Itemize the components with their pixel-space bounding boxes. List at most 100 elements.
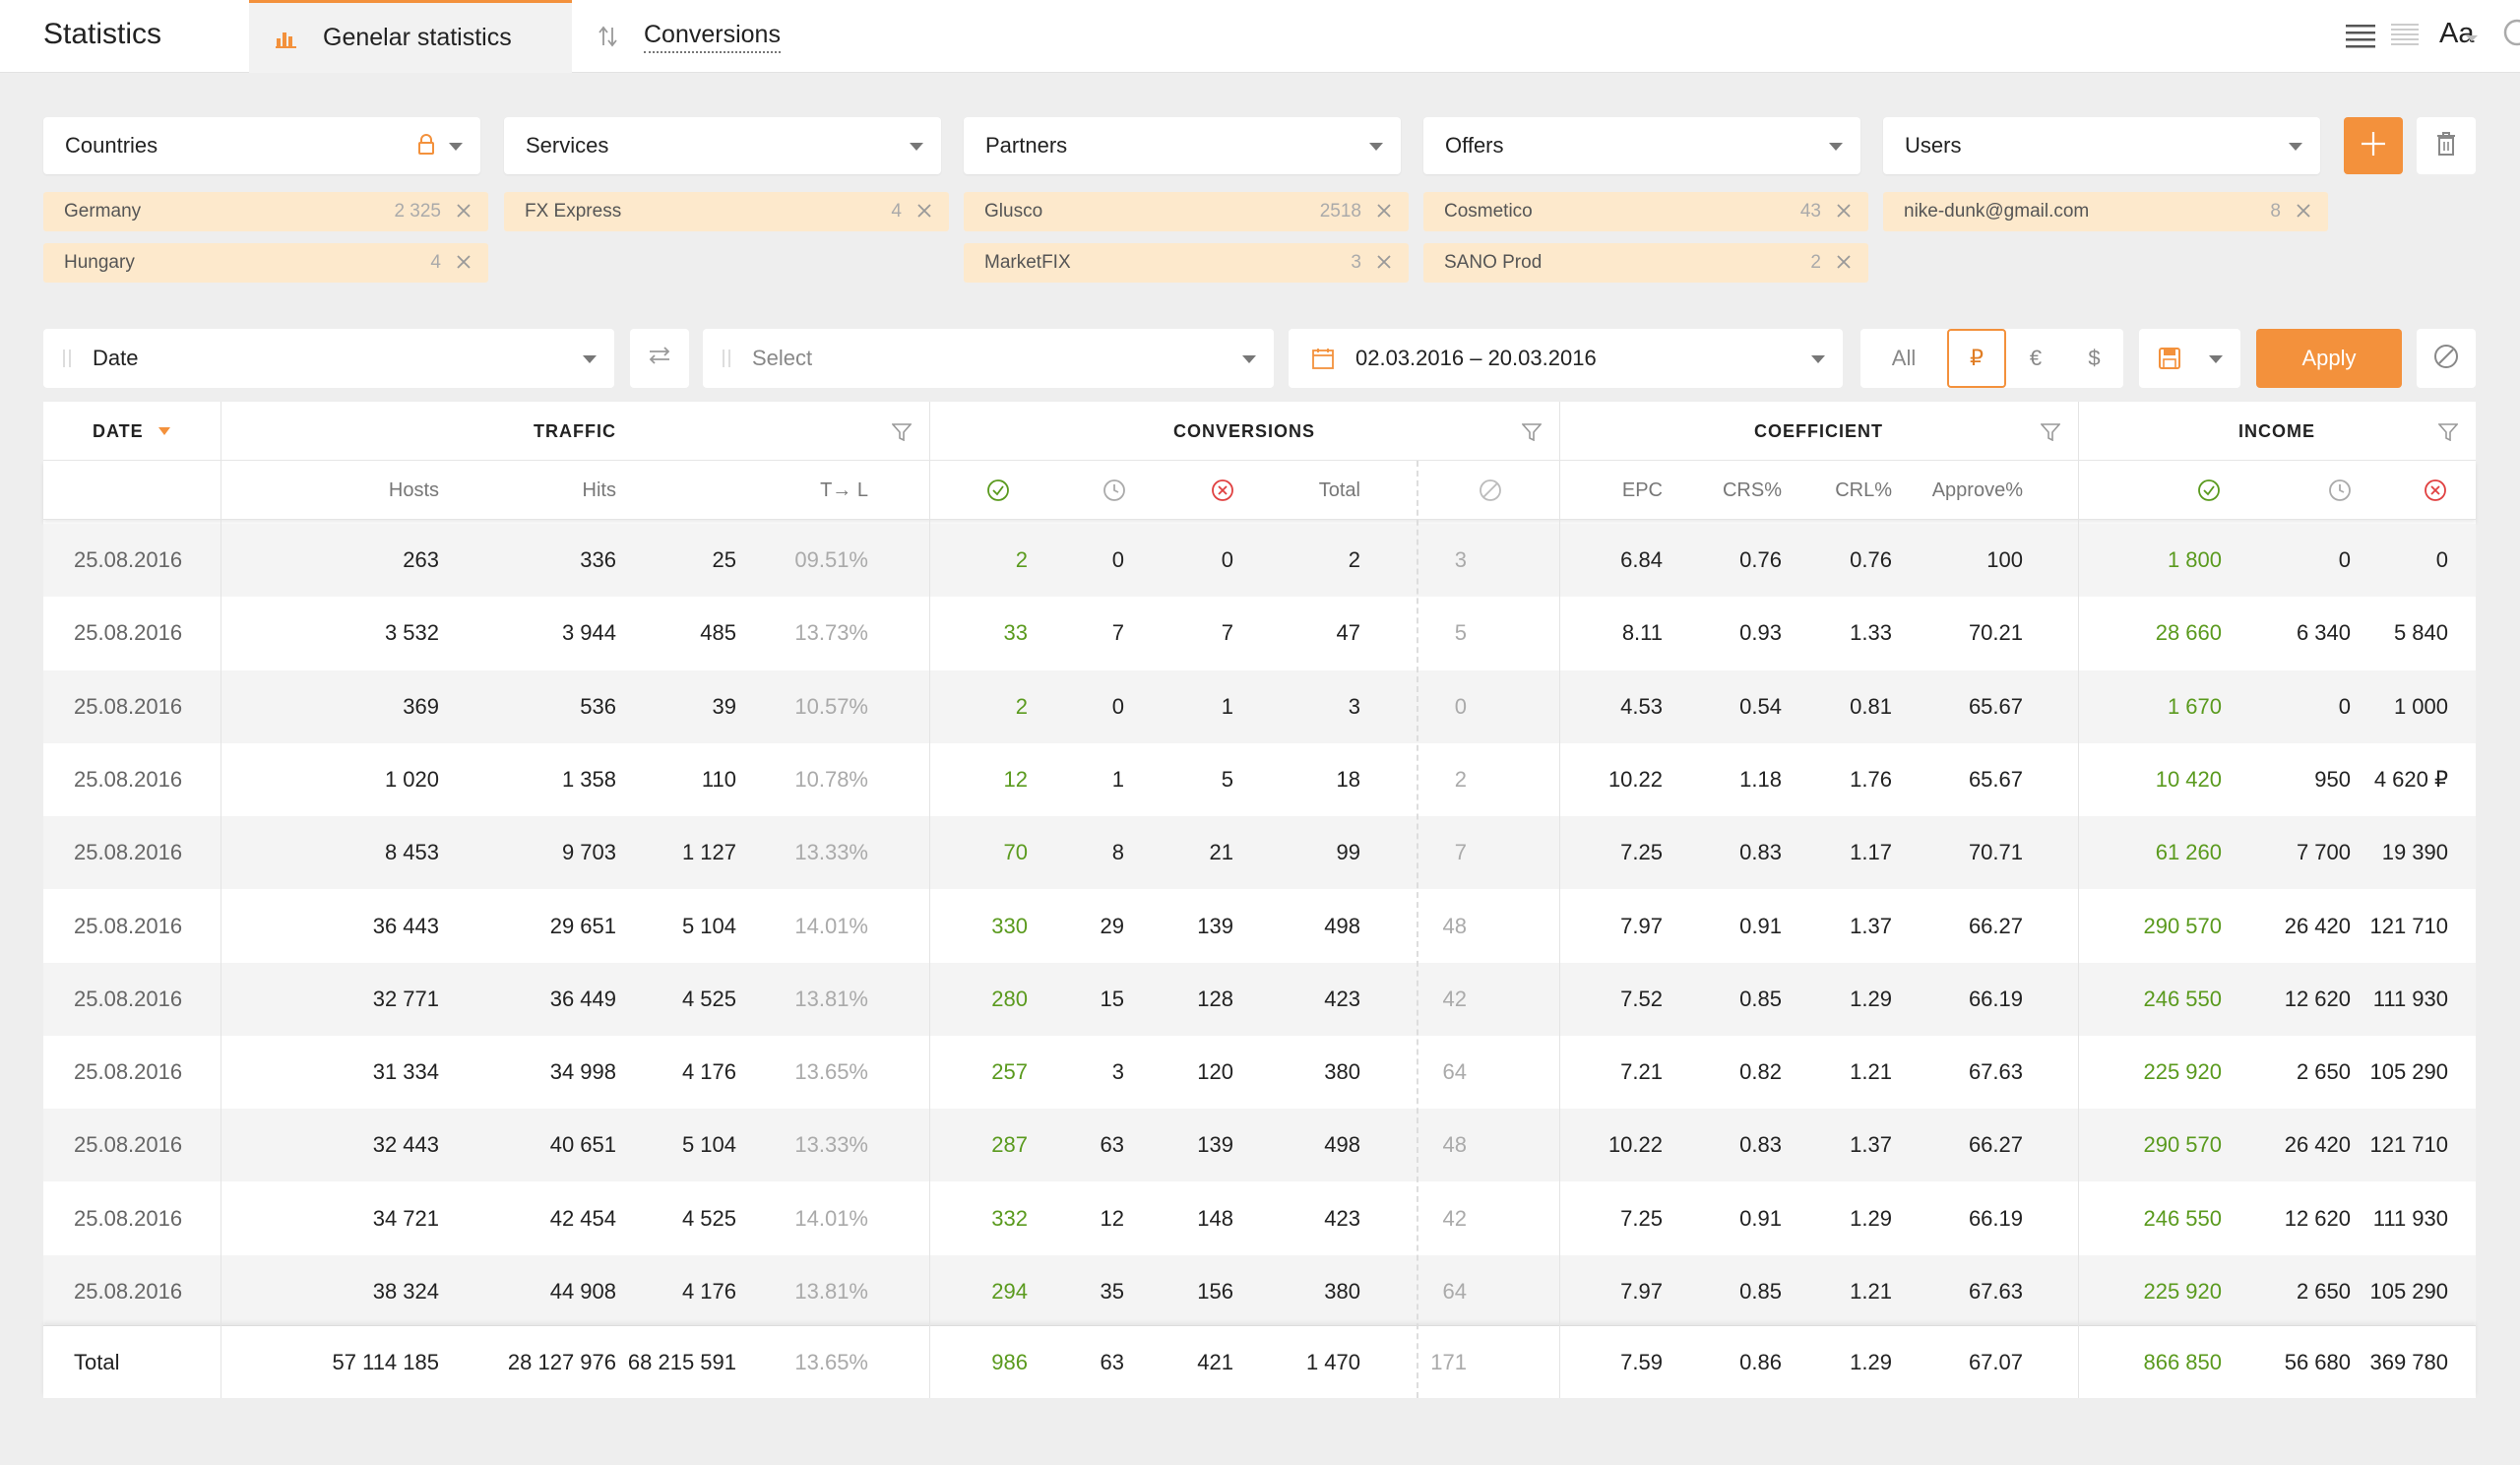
close-icon[interactable] xyxy=(1375,202,1393,225)
table-row[interactable]: 25.08.2016 369 536 39 10.57% 2 0 1 3 0 4.53 0.54 0.8… xyxy=(43,669,2476,743)
table-row[interactable]: 25.08.2016 31 334 34 998 4 176 13.65% 257 3 120… xyxy=(43,1036,2476,1109)
tlp-cell: 10.78% xyxy=(794,766,868,792)
table-row[interactable]: 25.08.2016 263 336 25 09.51% 2 0 0 2 3 6.84 0.76 0.7… xyxy=(43,524,2476,597)
epc-cell: 7.97 xyxy=(1620,913,1663,938)
apply-button[interactable]: Apply xyxy=(2256,329,2402,388)
filter-offers[interactable]: Offers xyxy=(1423,117,1860,174)
c-total-cell: 380 xyxy=(1324,1279,1360,1304)
currency-eur[interactable]: € xyxy=(2006,329,2065,388)
col-total[interactable]: Total xyxy=(1262,461,1360,520)
currency-rub[interactable]: ₽ xyxy=(1947,329,2006,388)
hits-cell: 34 998 xyxy=(549,1059,616,1085)
filter-funnel-icon[interactable] xyxy=(2437,423,2459,446)
c-total-cell: 99 xyxy=(1336,840,1360,865)
crl-cell: 0.76 xyxy=(1850,547,1892,572)
col-epc[interactable]: EPC xyxy=(1559,461,1663,520)
epc-cell: 7.97 xyxy=(1620,1279,1663,1304)
total-row[interactable]: Total 57 114 185 28 127 976 68 215 591 13.65… xyxy=(43,1325,2476,1398)
i-wait-cell: 26 420 xyxy=(2284,913,2351,938)
c-wait-cell: 0 xyxy=(1111,693,1124,719)
close-icon[interactable] xyxy=(1835,202,1853,225)
close-icon[interactable] xyxy=(1835,253,1853,277)
tab-conversions[interactable]: Conversions xyxy=(591,0,886,73)
filter-partners[interactable]: Partners xyxy=(964,117,1401,174)
i-rej-cell: 369 780 xyxy=(2369,1350,2448,1374)
tag-label: Germany xyxy=(64,201,142,222)
top-bar: Statistics Genelar statistics Conversion… xyxy=(0,0,2520,73)
compact-list-icon[interactable] xyxy=(2390,22,2420,54)
c-rej-cell: 21 xyxy=(1209,840,1233,865)
close-icon[interactable] xyxy=(455,202,472,225)
group-by-value: Date xyxy=(93,346,139,370)
clear-filters-button[interactable] xyxy=(2417,117,2476,174)
tl-cell: 4 525 xyxy=(681,1205,736,1231)
date-cell: 25.08.2016 xyxy=(74,1279,183,1304)
tl-cell: 4 176 xyxy=(681,1279,736,1304)
tag-count: 43 xyxy=(1799,201,1821,222)
app-title: Statistics xyxy=(43,18,162,50)
close-icon[interactable] xyxy=(455,253,472,277)
save-preset-dropdown[interactable] xyxy=(2139,329,2240,388)
chevron-down-icon xyxy=(449,143,463,151)
currency-all[interactable]: All xyxy=(1860,329,1947,388)
table-row[interactable]: 25.08.2016 3 532 3 944 485 13.73% 33 7 7 47 5 8.11… xyxy=(43,597,2476,669)
list-view-icon[interactable] xyxy=(2345,22,2376,54)
i-wait-cell: 12 620 xyxy=(2284,986,2351,1011)
hits-cell: 3 944 xyxy=(561,620,616,646)
c-wait-cell: 35 xyxy=(1100,1279,1124,1304)
drag-handle-icon[interactable] xyxy=(63,350,71,367)
table-row[interactable]: 25.08.2016 38 324 44 908 4 176 13.81% 294 35 15… xyxy=(43,1255,2476,1328)
tlp-cell: 09.51% xyxy=(794,547,868,572)
col-crl[interactable]: CRL% xyxy=(1782,461,1892,520)
table-row[interactable]: 25.08.2016 32 443 40 651 5 104 13.33% 287 63 13… xyxy=(43,1109,2476,1182)
approve-cell: 67.63 xyxy=(1968,1279,2023,1304)
approve-cell: 70.21 xyxy=(1968,620,2023,646)
col-hosts[interactable]: Hosts xyxy=(220,461,439,520)
c-total-cell: 18 xyxy=(1336,766,1360,792)
drag-handle-icon[interactable] xyxy=(723,350,730,367)
col-approve[interactable]: Approve% xyxy=(1892,461,2023,520)
filter-funnel-icon[interactable] xyxy=(891,423,913,446)
currency-usd[interactable]: $ xyxy=(2065,329,2123,388)
column-date-header[interactable]: DATE xyxy=(43,402,220,461)
add-filter-button[interactable] xyxy=(2344,117,2403,174)
table-row[interactable]: 25.08.2016 36 443 29 651 5 104 14.01% 330 29 13… xyxy=(43,890,2476,963)
col-crs[interactable]: CRS% xyxy=(1663,461,1782,520)
filter-users[interactable]: Users xyxy=(1883,117,2320,174)
table-row[interactable]: 25.08.2016 34 721 42 454 4 525 14.01% 332 12 14… xyxy=(43,1182,2476,1255)
tab-general-statistics[interactable]: Genelar statistics xyxy=(249,0,572,73)
close-icon[interactable] xyxy=(2295,202,2312,225)
col-hits[interactable]: Hits xyxy=(439,461,616,520)
close-icon[interactable] xyxy=(1375,253,1393,277)
filter-funnel-icon[interactable] xyxy=(2040,423,2061,446)
c-ok-cell: 33 xyxy=(1003,620,1028,646)
table-row[interactable]: 25.08.2016 1 020 1 358 110 10.78% 12 1 5 18 2 10.2… xyxy=(43,743,2476,816)
i-rej-cell: 105 290 xyxy=(2369,1279,2448,1304)
hits-cell: 40 651 xyxy=(549,1132,616,1158)
filter-label: Users xyxy=(1905,133,1962,158)
table-row[interactable]: 25.08.2016 8 453 9 703 1 127 13.33% 70 8 21 99 7 7… xyxy=(43,816,2476,890)
close-icon[interactable] xyxy=(915,202,933,225)
crs-cell: 0.83 xyxy=(1739,1132,1782,1158)
secondary-group-select[interactable]: Select xyxy=(703,329,1274,388)
col-tl[interactable]: T→ L xyxy=(616,461,868,520)
filter-funnel-icon[interactable] xyxy=(1521,423,1543,446)
crs-cell: 0.82 xyxy=(1739,1059,1782,1085)
i-rej-cell: 1 000 xyxy=(2393,693,2448,719)
c-cancel-cell: 64 xyxy=(1442,1279,1467,1304)
tl-cell: 39 xyxy=(712,693,736,719)
reset-button[interactable] xyxy=(2417,329,2476,388)
group-by-select[interactable]: Date xyxy=(43,329,614,388)
date-range-picker[interactable]: 02.03.2016 – 20.03.2016 xyxy=(1289,329,1843,388)
plus-icon xyxy=(2360,130,2387,162)
chevron-down-icon[interactable] xyxy=(2465,31,2479,48)
filter-services[interactable]: Services xyxy=(504,117,941,174)
i-wait-cell: 6 340 xyxy=(2296,620,2351,646)
search-icon[interactable] xyxy=(2502,18,2520,60)
c-cancel-cell: 5 xyxy=(1454,620,1467,646)
swap-button[interactable] xyxy=(630,329,689,388)
table-row[interactable]: 25.08.2016 32 771 36 449 4 525 13.81% 280 15 12… xyxy=(43,962,2476,1036)
filter-countries[interactable]: Countries xyxy=(43,117,480,174)
i-wait-cell: 12 620 xyxy=(2284,1205,2351,1231)
crs-cell: 0.76 xyxy=(1739,547,1782,572)
